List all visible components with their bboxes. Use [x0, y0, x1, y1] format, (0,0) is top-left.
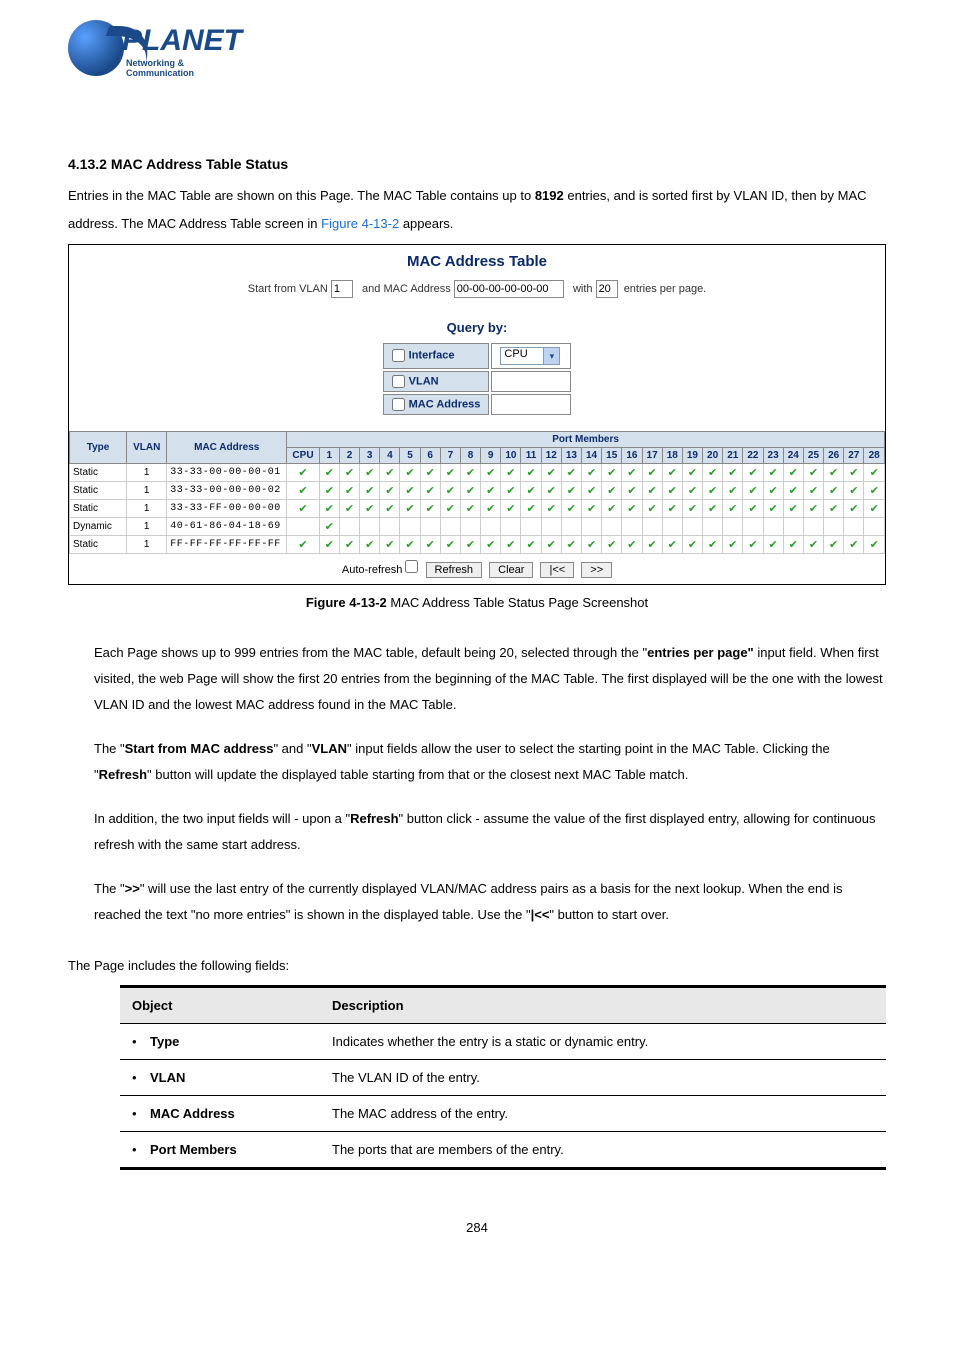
query-interface-select[interactable]: CPU▾ [500, 347, 560, 365]
port-header: 14 [581, 447, 601, 463]
page-number: 284 [68, 1220, 886, 1235]
table-row: Dynamic140-61-86-04-18-69✔ [70, 517, 885, 535]
fields-header-object: Object [120, 986, 320, 1023]
port-header: 13 [561, 447, 581, 463]
screenshot-footer: Auto-refresh Refresh Clear |<< >> [69, 554, 885, 584]
table-row: Static133-33-00-00-00-01✔✔✔✔✔✔✔✔✔✔✔✔✔✔✔✔… [70, 463, 885, 481]
port-header: 12 [541, 447, 561, 463]
fields-row: •MAC AddressThe MAC address of the entry… [120, 1095, 886, 1131]
port-header: 26 [824, 447, 844, 463]
start-vlan-input[interactable] [331, 280, 353, 298]
query-vlan-checkbox[interactable] [392, 375, 405, 388]
brand-logo: PLANET Networking & Communication [68, 20, 886, 76]
port-header: 1 [319, 447, 339, 463]
table-row: Static1FF-FF-FF-FF-FF-FF✔✔✔✔✔✔✔✔✔✔✔✔✔✔✔✔… [70, 535, 885, 553]
first-page-button[interactable]: |<< [540, 562, 574, 578]
mac-table-screenshot: MAC Address Table Start from VLAN and MA… [68, 244, 886, 585]
fields-row: •Port MembersThe ports that are members … [120, 1131, 886, 1168]
entries-per-page-input[interactable] [596, 280, 618, 298]
port-header: 17 [642, 447, 662, 463]
port-header: 7 [440, 447, 460, 463]
fields-header-description: Description [320, 986, 886, 1023]
auto-refresh-checkbox[interactable] [405, 560, 418, 573]
port-header: 22 [743, 447, 763, 463]
figure-caption: Figure 4-13-2 MAC Address Table Status P… [68, 595, 886, 610]
mac-address-table: Type VLAN MAC Address Port Members CPU12… [69, 431, 885, 554]
port-header: 25 [803, 447, 823, 463]
query-by-table: Interface CPU▾ VLAN MAC Address [381, 341, 574, 417]
table-row: Static133-33-00-00-00-02✔✔✔✔✔✔✔✔✔✔✔✔✔✔✔✔… [70, 481, 885, 499]
query-interface-checkbox[interactable] [392, 349, 405, 362]
port-header: 19 [682, 447, 702, 463]
port-header: 8 [460, 447, 480, 463]
clear-button[interactable]: Clear [489, 562, 533, 578]
screenshot-title: MAC Address Table [69, 245, 885, 280]
auto-refresh-label: Auto-refresh [342, 564, 419, 576]
port-header: 9 [481, 447, 501, 463]
port-header: 3 [360, 447, 380, 463]
port-header: 20 [703, 447, 723, 463]
table-row: Static133-33-FF-00-00-00✔✔✔✔✔✔✔✔✔✔✔✔✔✔✔✔… [70, 499, 885, 517]
port-header: 27 [844, 447, 864, 463]
refresh-button[interactable]: Refresh [426, 562, 483, 578]
port-header: 21 [723, 447, 743, 463]
fields-row: •TypeIndicates whether the entry is a st… [120, 1023, 886, 1059]
figure-link: Figure 4-13-2 [321, 216, 399, 231]
screenshot-controls: Start from VLAN and MAC Address with ent… [69, 280, 885, 314]
start-mac-input[interactable] [454, 280, 564, 298]
intro-paragraph: Entries in the MAC Table are shown on th… [68, 182, 886, 238]
port-header: 10 [501, 447, 521, 463]
port-header: 28 [864, 447, 885, 463]
chevron-down-icon: ▾ [543, 348, 559, 364]
fields-row: •VLANThe VLAN ID of the entry. [120, 1059, 886, 1095]
query-by-title: Query by: [69, 314, 885, 341]
port-header: 11 [521, 447, 541, 463]
brand-name: PLANET [122, 24, 242, 58]
port-header: 6 [420, 447, 440, 463]
port-header: 24 [783, 447, 803, 463]
fields-intro: The Page includes the following fields: [68, 958, 886, 973]
brand-tagline: Networking & Communication [126, 58, 236, 78]
section-heading: 4.13.2 MAC Address Table Status [68, 156, 886, 172]
port-header: 15 [602, 447, 622, 463]
port-header: 5 [400, 447, 420, 463]
port-header: 2 [339, 447, 359, 463]
port-header: 16 [622, 447, 642, 463]
query-mac-checkbox[interactable] [392, 398, 405, 411]
port-header: 4 [380, 447, 400, 463]
port-header: 18 [662, 447, 682, 463]
fields-table: Object Description •TypeIndicates whethe… [120, 985, 886, 1170]
next-page-button[interactable]: >> [581, 562, 612, 578]
description-block: Each Page shows up to 999 entries from t… [94, 640, 886, 928]
port-header: 23 [763, 447, 783, 463]
